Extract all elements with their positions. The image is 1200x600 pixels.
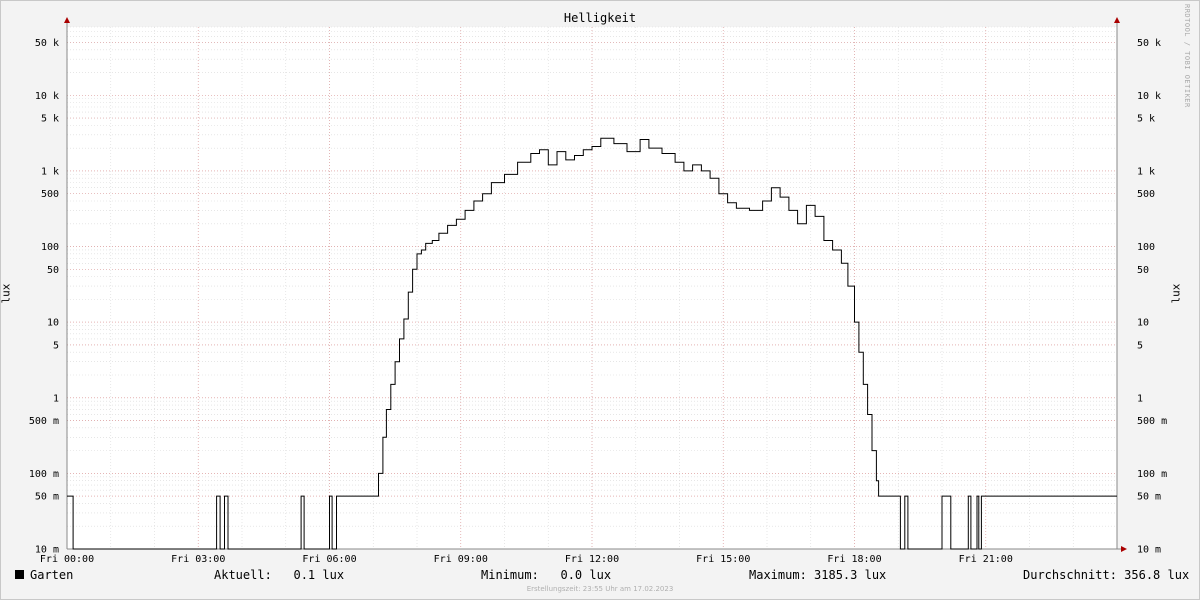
y-tick-label-left: 10 k — [35, 91, 59, 102]
x-tick-label: Fri 06:00 — [302, 554, 356, 565]
y-tick-label-left: 500 — [41, 189, 59, 200]
y-tick-label-right: 10 k — [1137, 91, 1161, 102]
y-tick-label-left: 100 — [41, 242, 59, 253]
legend-minimum: Minimum: 0.0 lux — [481, 568, 612, 582]
footer-timestamp: Erstellungszeit: 23:55 Uhr am 17.02.2023 — [526, 585, 674, 593]
x-tick-label: Fri 21:00 — [959, 554, 1013, 565]
y-tick-label-right: 50 — [1137, 265, 1149, 276]
legend-average: Durchschnitt: 356.8 lux — [1023, 568, 1190, 582]
y-tick-label-right: 50 k — [1137, 38, 1161, 49]
y-tick-label-right: 1 — [1137, 393, 1143, 404]
y-axis-arrow-left — [64, 17, 70, 23]
y-tick-label-right: 1 k — [1137, 166, 1155, 177]
x-tick-label: Fri 12:00 — [565, 554, 619, 565]
y-tick-label-left: 50 k — [35, 38, 59, 49]
y-tick-label-left: 1 k — [41, 166, 59, 177]
y-tick-label-right: 5 k — [1137, 114, 1155, 125]
legend-current: Aktuell: 0.1 lux — [214, 568, 345, 582]
y-tick-label-right: 500 — [1137, 189, 1155, 200]
y-tick-label-right: 500 m — [1137, 416, 1167, 427]
y-tick-label-left: 5 — [53, 340, 59, 351]
y-tick-label-right: 50 m — [1137, 492, 1161, 503]
legend: Garten Aktuell: 0.1 lux Minimum: 0.0 lux… — [0, 568, 1200, 584]
y-axis-arrow-right — [1114, 17, 1120, 23]
y-tick-label-left: 5 k — [41, 114, 59, 125]
x-tick-labels: Fri 00:00 Fri 03:00 Fri 06:00 Fri 09:00 Fri … — [40, 554, 1013, 565]
y-tick-label-left: 50 m — [35, 492, 59, 503]
x-tick-label: Fri 15:00 — [696, 554, 750, 565]
y-tick-label-left: 100 m — [29, 469, 59, 480]
x-tick-label: Fri 00:00 — [40, 554, 94, 565]
x-axis-arrow — [1121, 546, 1127, 552]
y-tick-label-right: 100 m — [1137, 469, 1167, 480]
legend-maximum: Maximum: 3185.3 lux — [749, 568, 887, 582]
y-tick-label-right: 100 — [1137, 242, 1155, 253]
x-tick-label: Fri 18:00 — [827, 554, 881, 565]
y-tick-label-right: 10 m — [1137, 545, 1161, 556]
y-tick-label-right: 5 — [1137, 340, 1143, 351]
y-tick-label-right: 10 — [1137, 318, 1149, 329]
y-tick-label-left: 10 — [47, 318, 59, 329]
y-tick-label-left: 1 — [53, 393, 59, 404]
x-tick-label: Fri 03:00 — [171, 554, 225, 565]
legend-series-name: Garten — [30, 568, 74, 582]
y-tick-label-left: 50 — [47, 265, 59, 276]
y-tick-label-left: 500 m — [29, 416, 59, 427]
chart-canvas: 10 m 10 m50 m 50 m100 m 100 m500 m 500 m1 15 5… — [29, 17, 1167, 565]
x-tick-label: Fri 09:00 — [434, 554, 488, 565]
legend-swatch — [15, 570, 24, 579]
